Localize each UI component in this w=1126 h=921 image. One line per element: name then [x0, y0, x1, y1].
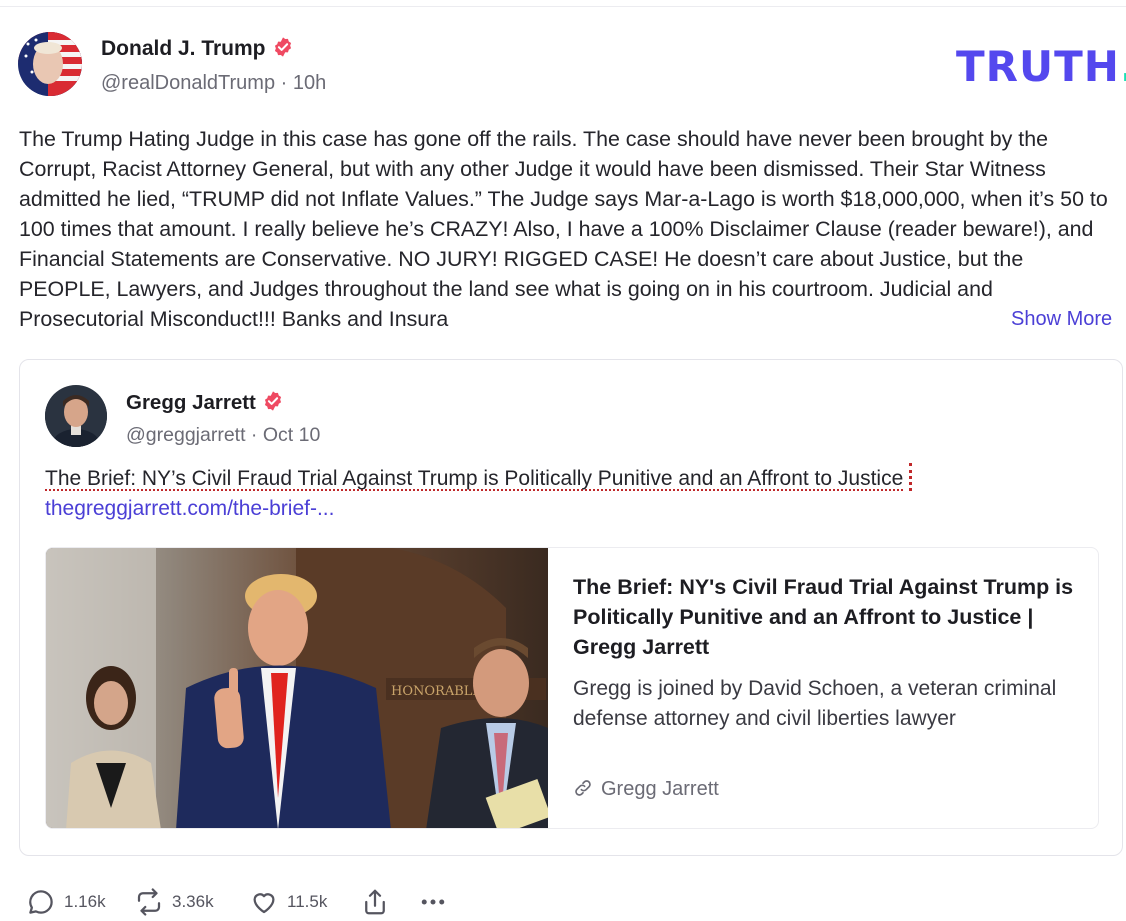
- quoted-post-link[interactable]: thegreggjarrett.com/the-brief-...: [45, 494, 1095, 524]
- retruth-button[interactable]: 3.36k: [134, 884, 214, 920]
- post-body-text: The Trump Hating Judge in this case has …: [19, 127, 1108, 331]
- like-count: 11.5k: [287, 892, 328, 911]
- show-more-button[interactable]: Show More: [1011, 308, 1112, 331]
- author-name[interactable]: Donald J. Trump: [101, 36, 294, 61]
- heart-icon: [253, 893, 275, 914]
- link-preview-card[interactable]: HONORABLE The Brief: NY's Civil Fraud Tr…: [45, 547, 1099, 829]
- reply-icon: [29, 890, 53, 914]
- quoted-post-text: The Brief: NY’s Civil Fraud Trial Agains…: [45, 463, 1095, 524]
- author-avatar[interactable]: [18, 32, 82, 96]
- more-icon: [421, 899, 445, 905]
- brand-dot: .: [1120, 42, 1126, 91]
- brand-wordmark: TRUTH: [956, 42, 1120, 91]
- post-header: Donald J. Trump @realDonaldTrump · 10h T…: [18, 32, 1126, 102]
- text-fade-overlay: [900, 306, 1010, 336]
- retruth-icon: [137, 888, 161, 916]
- image-sign-text: HONORABLE: [391, 684, 482, 699]
- verified-badge-icon: [274, 37, 291, 57]
- like-button[interactable]: 11.5k: [249, 884, 327, 920]
- author-name-text[interactable]: Donald J. Trump: [101, 37, 266, 60]
- link-preview-source-text: Gregg Jarrett: [601, 778, 719, 800]
- share-button[interactable]: [360, 884, 398, 920]
- link-preview-title[interactable]: The Brief: NY's Civil Fraud Trial Agains…: [573, 572, 1083, 662]
- spellcheck-marker: [909, 463, 913, 491]
- verified-badge-icon: [264, 391, 281, 411]
- reply-button[interactable]: 1.16k: [26, 884, 106, 920]
- reply-count: 1.16k: [64, 892, 106, 911]
- retruth-count: 3.36k: [172, 892, 214, 911]
- quoted-post-headline: The Brief: NY’s Civil Fraud Trial Agains…: [45, 467, 904, 490]
- quoted-handle-timestamp[interactable]: @greggjarrett · Oct 10: [126, 424, 320, 447]
- courtroom-photo: HONORABLE: [46, 548, 548, 828]
- author-handle-timestamp[interactable]: @realDonaldTrump · 10h: [101, 72, 326, 95]
- top-divider: [0, 6, 1126, 7]
- quoted-author-name[interactable]: Gregg Jarrett: [126, 390, 284, 415]
- quoted-post-card[interactable]: Gregg Jarrett @greggjarrett · Oct 10 The…: [19, 359, 1123, 856]
- quoted-author-avatar[interactable]: [45, 385, 107, 447]
- link-preview-image[interactable]: HONORABLE: [46, 548, 548, 828]
- link-preview-source[interactable]: Gregg Jarrett: [573, 778, 719, 801]
- share-icon: [365, 889, 385, 915]
- quoted-author-name-text[interactable]: Gregg Jarrett: [126, 391, 256, 414]
- link-preview-description: Gregg is joined by David Schoen, a veter…: [573, 677, 1057, 730]
- more-options-button[interactable]: [418, 884, 456, 920]
- post-action-bar: 1.16k 3.36k 11.5k: [26, 884, 466, 920]
- link-icon: [575, 780, 591, 796]
- truth-social-logo[interactable]: TRUTH.: [956, 42, 1126, 91]
